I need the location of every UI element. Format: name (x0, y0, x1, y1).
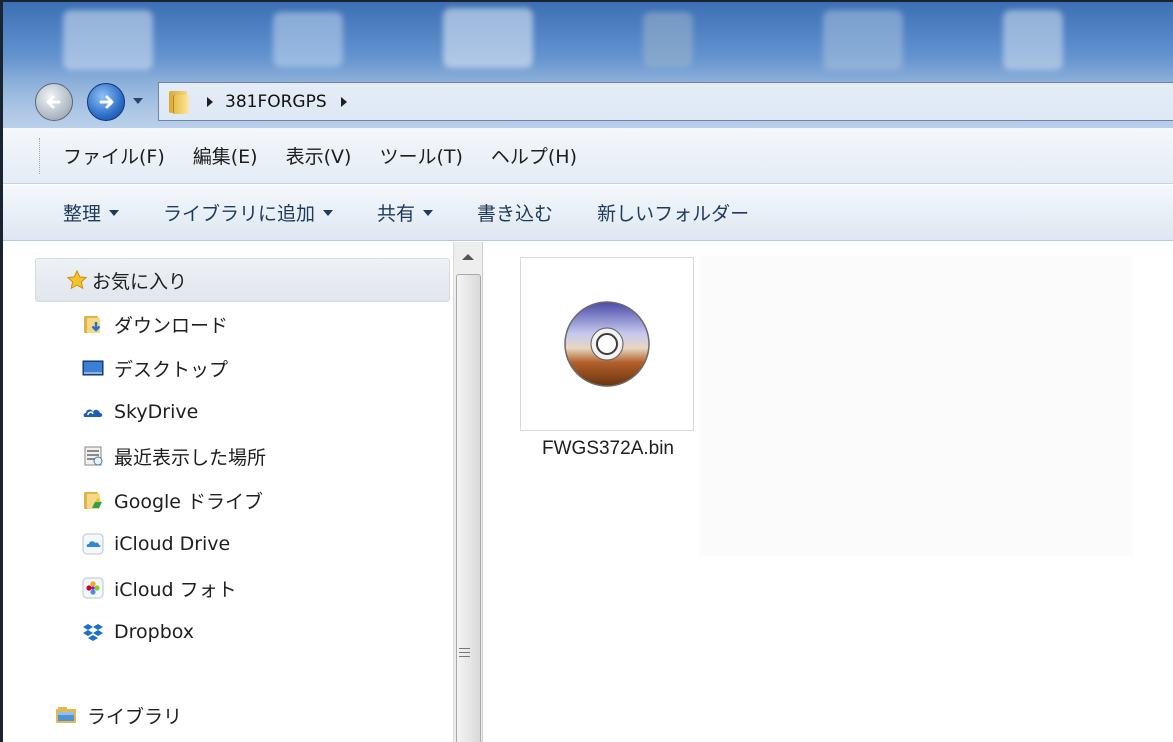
nav-item-label: Google ドライブ (114, 490, 264, 513)
nav-item-downloads[interactable]: ダウンロード (82, 306, 228, 342)
menu-file[interactable]: ファイル(F) (37, 138, 179, 173)
toolbar-grip (39, 138, 41, 174)
recent-places-icon (82, 445, 104, 467)
nav-item-icloud-drive[interactable]: iCloud Drive (82, 526, 230, 562)
recent-pages-dropdown[interactable] (133, 98, 143, 104)
share-button[interactable]: 共有 (365, 193, 445, 232)
menu-edit[interactable]: 編集(E) (179, 138, 272, 173)
nav-item-desktop[interactable]: デスクトップ (82, 350, 228, 386)
menu-bar: ファイル(F) 編集(E) 表示(V) ツール(T) ヘルプ(H) (3, 128, 1173, 184)
file-item[interactable] (520, 257, 694, 431)
downloads-folder-icon (82, 313, 104, 335)
nav-item-google-drive[interactable]: Google ドライブ (82, 482, 263, 518)
back-arrow-icon (46, 95, 61, 109)
nav-item-label: ダウンロード (114, 314, 229, 337)
menu-tools[interactable]: ツール(T) (365, 138, 476, 173)
nav-item-label: ライブラリ (87, 705, 183, 728)
new-folder-label: 新しいフォルダー (597, 203, 750, 225)
nav-item-libraries[interactable]: ライブラリ (55, 697, 182, 733)
add-to-library-label: ライブラリに追加 (163, 203, 316, 225)
share-label: 共有 (377, 203, 416, 225)
menu-view[interactable]: 表示(V) (272, 138, 366, 173)
title-area: 381FORGPS (3, 2, 1173, 128)
background-blur (273, 12, 343, 67)
background-blur (643, 12, 693, 67)
library-icon (55, 704, 77, 726)
forward-button[interactable] (87, 83, 125, 121)
burn-label: 書き込む (477, 203, 554, 225)
star-icon (66, 269, 88, 290)
breadcrumb-separator-icon[interactable] (207, 96, 213, 107)
explorer-window: 381FORGPS ファイル(F) 編集(E) 表示(V) ツール(T) ヘルプ… (0, 0, 1173, 742)
burn-button[interactable]: 書き込む (465, 193, 565, 232)
add-to-library-button[interactable]: ライブラリに追加 (151, 193, 345, 232)
nav-item-icloud-photos[interactable]: iCloud フォト (82, 570, 237, 606)
scroll-grip-icon (459, 648, 470, 657)
nav-item-label: iCloud Drive (114, 533, 231, 555)
scroll-up-icon[interactable] (462, 254, 474, 260)
dropbox-icon (82, 621, 104, 643)
desktop-icon (82, 357, 104, 379)
file-name[interactable]: FWGS372A.bin (508, 438, 708, 460)
skydrive-icon (82, 401, 104, 423)
chevron-down-icon (323, 209, 334, 216)
menu-help[interactable]: ヘルプ(H) (477, 138, 591, 173)
nav-item-recent-places[interactable]: 最近表示した場所 (82, 438, 266, 474)
nav-item-dropbox[interactable]: Dropbox (82, 614, 194, 650)
file-list-pane: FWGS372A.bin (484, 242, 1173, 742)
disc-image-icon (564, 301, 650, 387)
nav-item-label: iCloud フォト (114, 578, 237, 601)
background-blur (443, 8, 533, 68)
content-background (699, 256, 1133, 556)
nav-item-skydrive[interactable]: SkyDrive (82, 394, 198, 430)
nav-item-label: デスクトップ (114, 358, 229, 381)
forward-arrow-icon (99, 95, 114, 109)
scroll-thumb[interactable] (456, 274, 481, 742)
icloud-drive-icon (82, 533, 104, 555)
organize-button[interactable]: 整理 (51, 193, 131, 232)
organize-label: 整理 (63, 203, 102, 225)
favorites-label: お気に入り (92, 270, 188, 293)
chevron-down-icon (423, 209, 434, 216)
back-button[interactable] (35, 83, 73, 121)
folder-icon (169, 89, 191, 115)
navigation-pane: お気に入り ダウンロード デスクトップ SkyDrive 最近表示した場所 Go… (3, 242, 453, 742)
breadcrumb-expand-icon[interactable] (340, 96, 347, 107)
icloud-photos-icon (82, 577, 104, 599)
favorites-header[interactable]: お気に入り (35, 258, 450, 302)
breadcrumb-folder[interactable]: 381FORGPS (225, 92, 327, 112)
address-bar[interactable]: 381FORGPS (158, 82, 1173, 121)
nav-item-label: 最近表示した場所 (114, 446, 267, 469)
nav-pane-scrollbar[interactable] (453, 242, 483, 742)
nav-item-label: SkyDrive (114, 401, 199, 423)
nav-item-label: Dropbox (114, 621, 195, 643)
command-bar: 整理 ライブラリに追加 共有 書き込む 新しいフォルダー (3, 185, 1173, 241)
new-folder-button[interactable]: 新しいフォルダー (585, 193, 761, 232)
google-drive-folder-icon (82, 489, 104, 511)
chevron-down-icon (109, 209, 120, 216)
